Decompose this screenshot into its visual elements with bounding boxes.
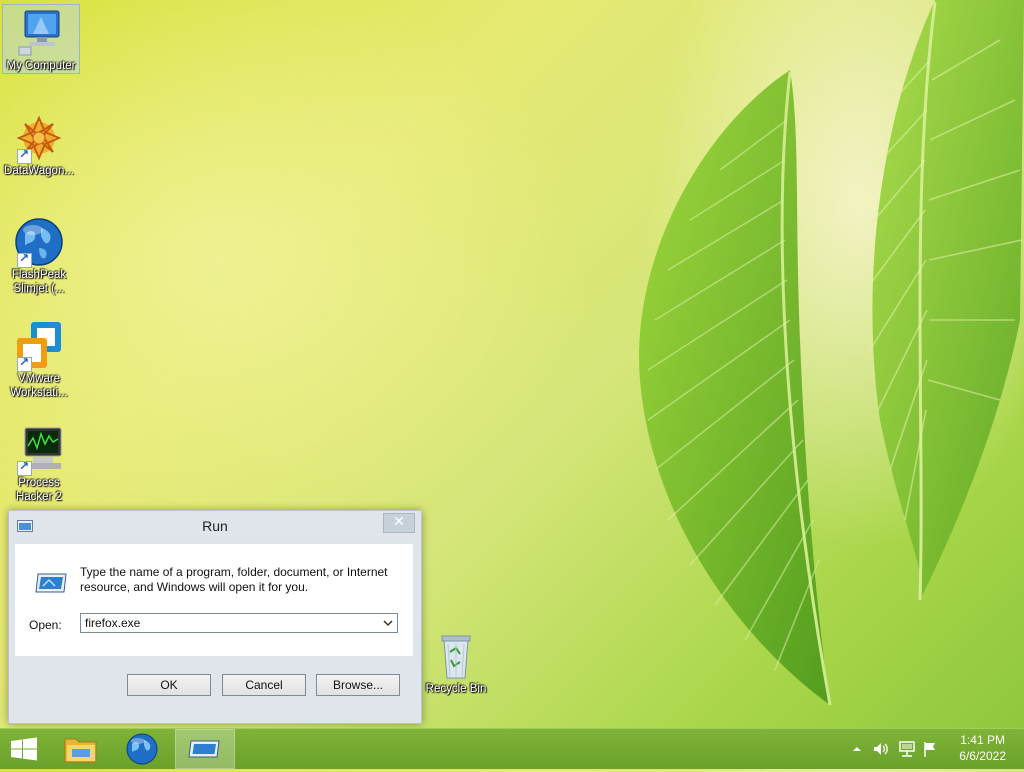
run-dialog-titlebar[interactable]: Run ✕ [9,511,421,542]
cancel-button[interactable]: Cancel [222,674,306,696]
run-description: Type the name of a program, folder, docu… [80,565,388,594]
desktop-icon-label: FlashPeak Slimjet (... [11,269,67,295]
shortcut-arrow-icon [17,147,32,164]
desktop-icon-slimjet[interactable]: FlashPeak Slimjet (... [1,214,77,296]
taskbar-browser[interactable] [118,730,166,768]
desktop: My Computer DataWagon... [0,0,1024,728]
taskbar-clock[interactable]: 1:41 PM 6/6/2022 [959,732,1006,764]
shortcut-arrow-icon [17,459,32,476]
browser-globe-icon [126,733,158,765]
run-dialog-body: Type the name of a program, folder, docu… [15,543,413,656]
globe-icon [13,216,65,268]
vmware-icon [13,320,65,372]
clock-time: 1:41 PM [960,733,1005,747]
run-window-icon [188,740,220,758]
desktop-icon-label: VMware Workstati... [10,373,68,399]
close-icon: ✕ [393,514,405,530]
desktop-icon-label: Process Hacker 2 [15,477,63,503]
clock-date: 6/6/2022 [959,749,1006,763]
process-hacker-icon [13,424,65,476]
desktop-icon-label: DataWagon... [4,165,74,177]
desktop-icon-label: My Computer [6,60,76,72]
taskbar-run-window[interactable] [175,729,235,769]
system-tray [850,729,940,769]
start-icon [11,737,37,761]
desktop-icon-my-computer[interactable]: My Computer [2,4,80,74]
network-icon[interactable] [898,740,916,758]
run-dialog: Run ✕ Type the name of a program, folder… [8,510,422,724]
taskbar: 1:41 PM 6/6/2022 [0,728,1024,769]
close-button[interactable]: ✕ [383,513,415,533]
desktop-icon-label: Recycle Bin [425,683,487,695]
taskbar-file-explorer[interactable] [58,730,104,768]
shortcut-arrow-icon [17,251,32,268]
volume-icon[interactable] [872,740,890,758]
open-input[interactable] [85,616,373,630]
run-program-icon [35,573,67,593]
shortcut-arrow-icon [17,355,32,372]
browse-button[interactable]: Browse... [316,674,400,696]
computer-icon [15,7,67,59]
desktop-icon-vmware[interactable]: VMware Workstati... [1,318,77,400]
file-explorer-icon [64,738,97,763]
desktop-icon-recycle-bin[interactable]: Recycle Bin [418,630,494,696]
datawagon-icon [13,112,65,164]
desktop-icon-process-hacker[interactable]: Process Hacker 2 [1,422,77,504]
run-dialog-title: Run [202,518,228,534]
recycle-bin-icon [430,632,482,682]
desktop-icon-datawagon[interactable]: DataWagon... [1,110,77,178]
open-combobox[interactable] [80,613,398,633]
open-label: Open: [29,618,62,632]
ok-button[interactable]: OK [127,674,211,696]
start-button[interactable] [0,730,48,768]
show-hidden-icons-chevron-up-icon[interactable] [852,744,862,754]
action-center-flag-icon[interactable] [922,740,938,758]
chevron-down-icon[interactable] [382,617,394,629]
